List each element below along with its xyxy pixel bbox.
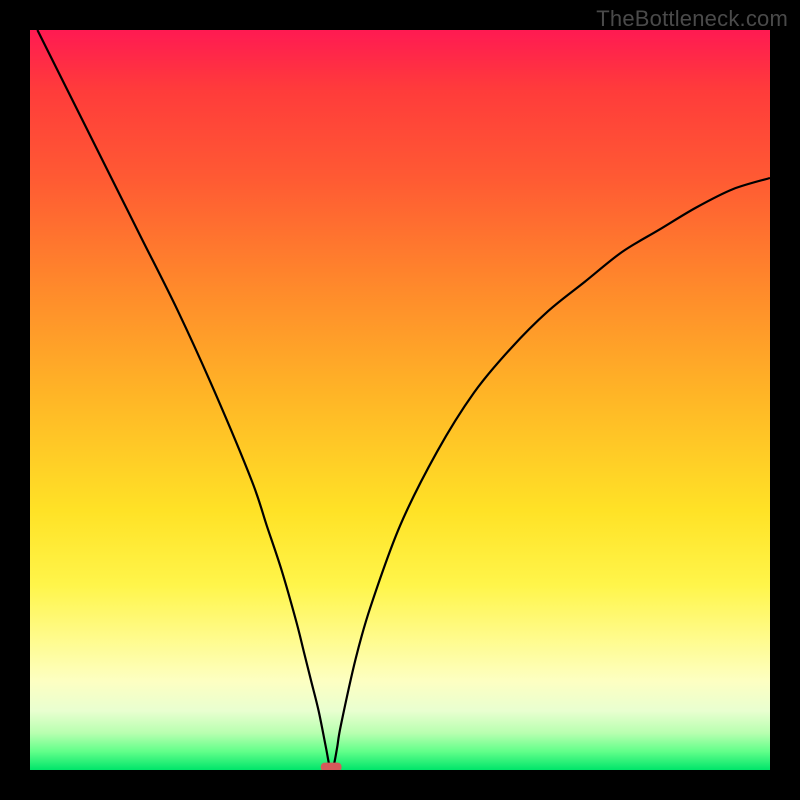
watermark-text: TheBottleneck.com — [596, 6, 788, 32]
bottleneck-curve — [37, 30, 770, 769]
plot-area — [30, 30, 770, 770]
plot-svg — [30, 30, 770, 770]
min-marker — [321, 763, 342, 770]
chart-frame: TheBottleneck.com — [0, 0, 800, 800]
